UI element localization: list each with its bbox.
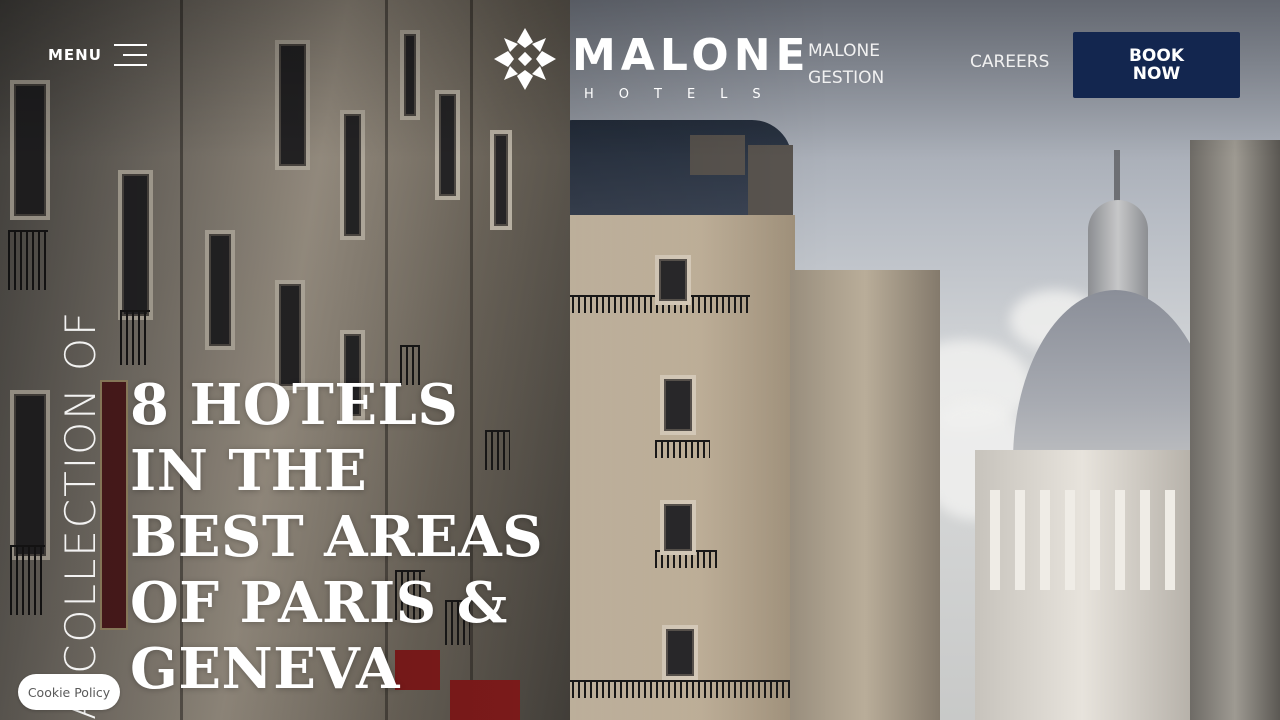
nav-link-malone-gestion[interactable]: MALONE GESTION — [808, 38, 918, 92]
logo-mark-icon — [494, 28, 556, 90]
nav-link-careers[interactable]: CAREERS — [970, 52, 1049, 72]
menu-button[interactable]: MENU — [48, 44, 147, 66]
cookie-policy-button[interactable]: Cookie Policy — [18, 674, 120, 710]
brand-subtitle: HOTELS — [584, 87, 786, 102]
brand-name: MALONE — [572, 30, 811, 81]
book-now-button[interactable]: BOOK NOW — [1073, 32, 1240, 98]
menu-label: MENU — [48, 46, 102, 64]
brand-logo[interactable]: MALONE HOTELS — [492, 26, 806, 106]
hero-vertical-tagline: A COLLECTION OF — [56, 309, 105, 720]
hamburger-icon — [113, 44, 147, 66]
hero-headline: 8 HOTELS IN THE BEST AREAS OF PARIS & GE… — [130, 372, 544, 702]
